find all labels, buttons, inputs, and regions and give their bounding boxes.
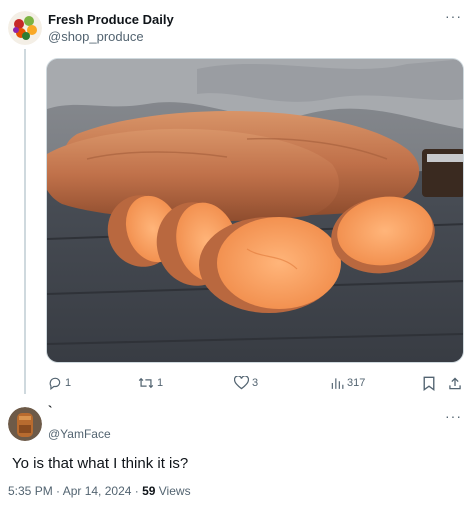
- views-icon: [331, 378, 344, 389]
- jar-avatar-image: [8, 407, 42, 441]
- post-action-bar: 1 1 3 317: [46, 372, 466, 394]
- reply-views-count: 59: [142, 484, 156, 498]
- reply-icon: [49, 377, 61, 390]
- produce-avatar-image: [8, 11, 42, 45]
- post-media-image[interactable]: [46, 58, 464, 363]
- reply-author-avatar[interactable]: [8, 407, 42, 441]
- sweet-potato-photo: [47, 59, 463, 362]
- reply-count: 1: [65, 377, 72, 389]
- reply-body-text: Yo is that what I think it is?: [12, 455, 189, 472]
- reply-button[interactable]: 1: [48, 372, 71, 394]
- author-name[interactable]: Fresh Produce Daily: [48, 12, 174, 27]
- thread-connector-line: [24, 49, 26, 394]
- tweet-thread: Fresh Produce Daily @shop_produce ··· 1 …: [0, 0, 474, 505]
- share-button[interactable]: [448, 372, 462, 394]
- like-count: 3: [252, 377, 259, 389]
- author-handle[interactable]: @shop_produce: [48, 29, 144, 44]
- bookmark-icon: [423, 376, 435, 391]
- reply-author-handle[interactable]: @YamFace: [48, 427, 111, 441]
- repost-button[interactable]: 1: [138, 372, 163, 394]
- reply-more-options-icon[interactable]: ···: [445, 408, 462, 424]
- bookmark-button[interactable]: [422, 372, 436, 394]
- views-count: 317: [347, 377, 366, 389]
- more-options-icon[interactable]: ···: [445, 8, 462, 24]
- author-avatar[interactable]: [8, 11, 42, 45]
- like-icon: [234, 376, 249, 390]
- reply-metadata: 5:35 PM · Apr 14, 2024 · 59 Views: [8, 484, 191, 498]
- reply-views-label: Views: [155, 484, 191, 498]
- reply-timestamp[interactable]: 5:35 PM · Apr 14, 2024 ·: [8, 484, 142, 498]
- views-button[interactable]: 317: [330, 372, 365, 394]
- share-icon: [449, 377, 461, 389]
- like-button[interactable]: 3: [234, 372, 258, 394]
- repost-count: 1: [157, 377, 164, 389]
- repost-icon: [138, 377, 154, 389]
- reply-author-name[interactable]: `: [48, 403, 52, 418]
